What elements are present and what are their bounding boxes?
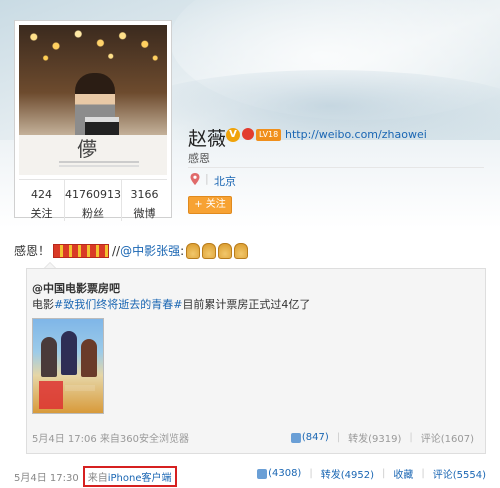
post-time[interactable]: 5月4日 17:30 <box>14 469 79 484</box>
avatar-caption-lines <box>59 161 139 163</box>
stat-value: 3166 <box>130 188 159 201</box>
action-separator: | <box>381 468 386 479</box>
thumbs-up-icon[interactable] <box>257 468 268 479</box>
action-separator: | <box>309 468 313 479</box>
original-post-time[interactable]: 5月4日 17:06 <box>32 434 97 445</box>
post-repost-button[interactable]: 转发(4952) <box>321 466 374 481</box>
original-text-suffix: 目前累计票房正式过4亿了 <box>182 298 311 311</box>
post-meta: 5月4日 17:30 来自iPhone客户端 <box>14 466 177 487</box>
poster-figure <box>41 337 57 377</box>
location-separator: | <box>205 172 209 185</box>
victory-hand-emoji-icon <box>186 242 201 259</box>
divider <box>188 167 484 168</box>
thumbs-up-icon[interactable] <box>290 432 301 443</box>
mention-link[interactable]: @中影张强 <box>120 242 180 259</box>
victory-hand-emoji-icon <box>202 242 217 259</box>
poster-title-mark <box>65 385 95 391</box>
avatar-card: 儚 424 关注 41760913 粉丝 3166 微博 <box>14 20 172 221</box>
avatar[interactable]: 儚 <box>19 25 167 175</box>
original-comment-button[interactable]: 评论(1607) <box>421 430 474 445</box>
action-separator: | <box>421 468 425 479</box>
post-source-prefix: 来自 <box>87 473 108 484</box>
original-post-actions: (847) | 转发(9319) | 评论(1607) <box>290 430 474 445</box>
stat-followers[interactable]: 41760913 粉丝 <box>65 180 122 221</box>
poster-figure <box>61 331 77 375</box>
action-separator: | <box>409 432 413 443</box>
original-post-meta: 5月4日 17:06 来自360安全浏览器 <box>32 430 189 445</box>
original-post-text: 电影#致我们终将逝去的青春#目前累计票房正式过4亿了 <box>32 296 310 312</box>
post-separator: // <box>112 243 121 258</box>
profile-stats: 424 关注 41760913 粉丝 3166 微博 <box>19 179 167 221</box>
post-actions: (4308) | 转发(4952) | 收藏 | 评论(5554) <box>257 466 486 481</box>
post-source-highlight: 来自iPhone客户端 <box>82 466 177 487</box>
verified-badge-icon[interactable]: V <box>226 128 240 142</box>
stat-value: 424 <box>31 188 52 201</box>
original-like-count[interactable]: (847) <box>302 432 329 443</box>
stat-following[interactable]: 424 关注 <box>19 180 65 221</box>
user-bio: 感恩 <box>188 152 210 165</box>
location-pin-icon <box>190 173 200 185</box>
post-text: 感恩！ <box>14 244 51 258</box>
emoji-sticker-icon <box>53 243 110 258</box>
post-favorite-button[interactable]: 收藏 <box>393 466 413 481</box>
vip-badge-icon[interactable] <box>242 128 254 140</box>
poster-title-mark <box>39 381 63 409</box>
post-comment-button[interactable]: 评论(5554) <box>433 466 486 481</box>
stat-label: 粉丝 <box>82 207 104 220</box>
avatar-caption-text: 儚 <box>77 137 97 161</box>
action-separator: | <box>336 432 341 443</box>
follow-button[interactable]: + 关注 <box>188 196 232 214</box>
stat-label: 关注 <box>30 207 53 220</box>
original-source-prefix: 来自 <box>99 434 120 445</box>
level-badge[interactable]: LV18 <box>256 129 282 141</box>
poster-figure <box>81 339 97 377</box>
user-name[interactable]: 赵薇 <box>188 124 226 151</box>
movie-poster-thumbnail[interactable] <box>32 318 104 414</box>
original-repost-button[interactable]: 转发(9319) <box>348 430 401 445</box>
original-author-link[interactable]: @中国电影票房吧 <box>32 280 120 296</box>
stat-value: 41760913 <box>65 188 121 201</box>
post-source-link[interactable]: iPhone客户端 <box>108 473 172 484</box>
victory-hand-emoji-icon <box>234 242 249 259</box>
mention-colon: : <box>180 243 185 258</box>
homepage-link[interactable]: http://weibo.com/zhaowei <box>285 128 427 141</box>
repost-pointer-inner <box>45 263 55 268</box>
victory-hand-emoji-icon <box>218 242 233 259</box>
user-location[interactable]: 北京 <box>214 173 236 189</box>
original-source-link[interactable]: 360安全浏览器 <box>120 434 189 445</box>
stat-label: 微博 <box>133 207 156 220</box>
avatar-caption: 儚 <box>19 135 167 175</box>
hashtag-link[interactable]: #致我们终将逝去的青春# <box>54 298 182 311</box>
post-like-count[interactable]: (4308) <box>268 468 301 479</box>
post-body: 感恩！ // @中影张强 : <box>14 242 249 259</box>
original-text-prefix: 电影 <box>32 298 54 311</box>
stat-posts[interactable]: 3166 微博 <box>122 180 167 221</box>
